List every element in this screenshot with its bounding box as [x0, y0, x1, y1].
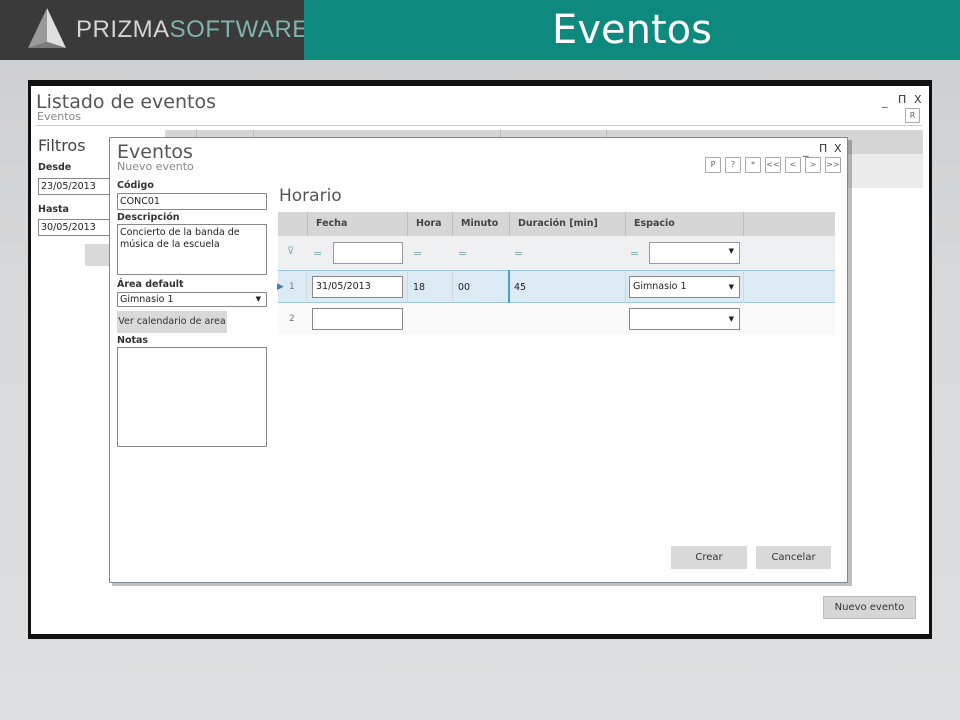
modal-close-button[interactable]: X	[834, 142, 842, 155]
new-event-button[interactable]: Nuevo evento	[823, 596, 916, 619]
chevron-down-icon: ▼	[728, 247, 734, 255]
filter-operator-fecha[interactable]: =	[313, 247, 322, 260]
nav-first-button[interactable]: <<	[765, 157, 781, 173]
column-espacio[interactable]: Espacio	[625, 212, 743, 236]
area-label: Área default	[117, 279, 184, 290]
chevron-down-icon: ▼	[728, 283, 734, 291]
filter-operator-espacio[interactable]: =	[630, 247, 639, 260]
crear-button[interactable]: Crear	[671, 546, 747, 569]
row-duracion[interactable]: 45	[514, 282, 526, 293]
column-duracion[interactable]: Duración [min]	[509, 212, 625, 236]
filter-operator-hora[interactable]: =	[413, 247, 422, 260]
descripcion-label: Descripción	[117, 212, 180, 223]
filter-clear-icon[interactable]: ⊽	[287, 246, 294, 257]
filter-fecha-input[interactable]	[333, 242, 403, 264]
horario-title: Horario	[279, 186, 342, 206]
row-hora[interactable]: 18	[413, 282, 425, 293]
outer-window-subtitle: Eventos	[37, 110, 81, 123]
filter-operator-minuto[interactable]: =	[458, 247, 467, 260]
row-number: 1	[289, 282, 295, 292]
codigo-field[interactable]: CONC01	[117, 193, 267, 210]
row-fecha-input[interactable]: 31/05/2013	[312, 276, 403, 298]
logo-part1: PRIZMA	[76, 16, 170, 43]
outer-maximize-button[interactable]: П	[898, 93, 906, 106]
selected-row-indicator-icon: ▶	[277, 282, 284, 292]
slide-title: Eventos	[552, 7, 712, 53]
filter-operator-duracion[interactable]: =	[514, 247, 523, 260]
notas-label: Notas	[117, 335, 149, 346]
nav-new-button[interactable]: *	[745, 157, 761, 173]
ver-calendario-button[interactable]: Ver calendario de area	[117, 311, 227, 333]
row-espacio-select[interactable]: Gimnasio 1 ▼	[629, 276, 740, 298]
filters-title: Filtros	[38, 136, 86, 155]
logo-wordmark: PRIZMASOFTWARE	[76, 16, 309, 44]
row-fecha-input[interactable]	[312, 308, 403, 330]
notas-field[interactable]	[117, 347, 267, 447]
area-select[interactable]: Gimnasio 1 ▼	[117, 292, 267, 307]
row-number: 2	[289, 314, 295, 324]
outer-close-button[interactable]: X	[914, 93, 922, 106]
nav-last-button[interactable]: >>	[825, 157, 841, 173]
grid-column-divider	[743, 212, 744, 236]
modal-minimize-button[interactable]: _	[803, 144, 809, 157]
grid-column-divider	[508, 270, 510, 303]
nav-print-button[interactable]: P	[705, 157, 721, 173]
chevron-down-icon: ▼	[255, 295, 261, 303]
codigo-label: Código	[117, 180, 154, 191]
hasta-label: Hasta	[38, 204, 69, 215]
cancelar-button[interactable]: Cancelar	[756, 546, 831, 569]
outer-minimize-button[interactable]: _	[882, 95, 888, 108]
column-minuto[interactable]: Minuto	[452, 212, 509, 236]
modal-subtitle: Nuevo evento	[117, 160, 194, 173]
logo-part2: SOFTWARE	[169, 16, 309, 43]
filter-espacio-select[interactable]: ▼	[649, 242, 740, 264]
nav-help-button[interactable]: ?	[725, 157, 741, 173]
prism-logo-icon	[28, 8, 66, 48]
row-minuto[interactable]: 00	[458, 282, 470, 293]
column-hora[interactable]: Hora	[407, 212, 452, 236]
row-espacio-value: Gimnasio 1	[633, 281, 687, 292]
row-espacio-select[interactable]: ▼	[629, 308, 740, 330]
column-fecha[interactable]: Fecha	[307, 212, 407, 236]
nav-next-button[interactable]: >	[805, 157, 821, 173]
desde-label: Desde	[38, 162, 72, 173]
grid-column-divider	[743, 270, 744, 303]
nav-prev-button[interactable]: <	[785, 157, 801, 173]
divider	[36, 125, 922, 126]
grid-column-divider	[625, 270, 626, 303]
grid-column-divider	[452, 270, 453, 303]
outer-r-button[interactable]: R	[905, 108, 920, 123]
modal-maximize-button[interactable]: П	[819, 142, 827, 155]
area-select-value: Gimnasio 1	[120, 294, 174, 305]
chevron-down-icon: ▼	[728, 315, 734, 323]
grid-column-divider	[306, 270, 307, 303]
descripcion-field[interactable]: Concierto de la banda de música de la es…	[117, 224, 267, 275]
desde-field[interactable]: 23/05/2013	[38, 178, 113, 195]
hasta-field[interactable]: 30/05/2013	[38, 219, 113, 236]
grid-column-divider	[407, 270, 408, 303]
